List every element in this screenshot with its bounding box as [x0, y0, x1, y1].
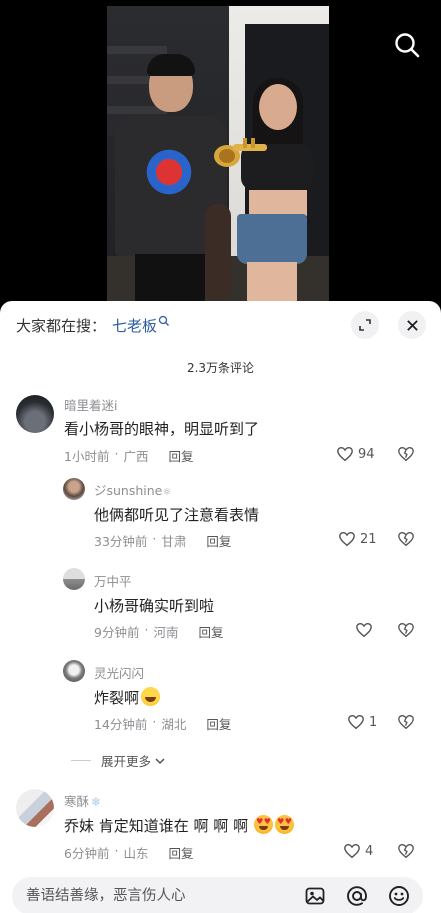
comment-time: 9分钟前	[94, 625, 140, 640]
like-count: 4	[365, 843, 374, 859]
comment-location: 广西	[123, 449, 149, 464]
comment-text: 看小杨哥的眼神，明显听到了	[64, 420, 260, 438]
heart-icon	[348, 714, 364, 730]
dislike-broken-heart-icon[interactable]	[397, 445, 415, 463]
comment-username[interactable]: 灵光闪闪	[94, 663, 144, 682]
close-icon	[406, 319, 418, 331]
dislike-broken-heart-icon[interactable]	[397, 842, 415, 860]
like-count: 21	[360, 531, 377, 547]
comment-count: 2.3万条评论	[186, 361, 255, 375]
avatar[interactable]	[63, 568, 85, 590]
hot-search-keyword-link[interactable]: 七老板	[112, 315, 157, 336]
comment-time: 33分钟前	[94, 534, 148, 549]
expand-fullscreen-button[interactable]	[351, 311, 379, 339]
comment-location: 湖北	[161, 717, 187, 732]
reply-button[interactable]: 回复	[206, 714, 231, 733]
reply-button[interactable]: 回复	[198, 622, 223, 641]
comment-username[interactable]: 寒酥 ❄	[64, 791, 101, 810]
comment-input-bar	[12, 877, 423, 913]
search-small-icon	[158, 315, 170, 327]
comment-location: 山东	[123, 846, 149, 861]
heart-eyes-emoji	[275, 815, 295, 834]
image-icon[interactable]	[304, 885, 326, 907]
comment-meta: 6分钟前 · 山东 回复	[64, 843, 194, 862]
like-button[interactable]: 94	[336, 445, 375, 463]
comment-text: 小杨哥确实听到啦	[94, 597, 215, 615]
reply-button[interactable]: 回复	[168, 446, 193, 465]
comment-text: 炸裂啊	[94, 687, 161, 708]
video-player[interactable]	[0, 0, 441, 305]
like-count: 94	[358, 446, 375, 462]
comment-location: 河南	[153, 625, 179, 640]
comment-meta: 14分钟前 · 湖北 回复	[94, 714, 232, 733]
dislike-broken-heart-icon[interactable]	[397, 621, 415, 639]
like-button[interactable]	[355, 621, 377, 639]
like-button[interactable]: 21	[338, 530, 377, 548]
sun-badge-icon: ☼	[162, 487, 172, 498]
avatar[interactable]	[63, 478, 85, 500]
comment-text: 乔妹 肯定知道谁在 啊 啊 啊	[64, 815, 295, 836]
like-button[interactable]: 1	[347, 713, 377, 731]
avatar[interactable]	[63, 660, 85, 682]
dislike-broken-heart-icon[interactable]	[397, 530, 415, 548]
chevron-down-icon	[155, 757, 165, 764]
comment-sheet: 大家都在搜： 七老板 2.3万条评论 暗里着迷i 看小杨哥的眼神，明显听到了 1…	[0, 301, 441, 913]
comment-item: 寒酥❄ 乔妹 肯定知道谁在 啊 啊 啊 6分钟前 · 山东 回复 4	[0, 789, 441, 869]
video-frame	[107, 6, 329, 305]
reply-button[interactable]: 回复	[168, 843, 193, 862]
expand-more-label: 展开更多	[101, 754, 152, 769]
comment-time: 6分钟前	[64, 846, 110, 861]
comment-username[interactable]: ジsunshine☼	[94, 480, 171, 499]
comment-username[interactable]: 万中平	[94, 571, 132, 590]
at-mention-icon[interactable]	[346, 885, 368, 907]
emoji-smiley-icon[interactable]	[388, 885, 410, 907]
hot-search-prefix: 大家都在搜：	[16, 316, 107, 335]
close-button[interactable]	[398, 311, 426, 339]
avatar[interactable]	[16, 395, 54, 433]
comment-time: 1小时前	[64, 449, 110, 464]
expand-arrows-icon	[359, 319, 371, 331]
comment-input[interactable]	[26, 877, 286, 913]
comment-username[interactable]: 暗里着迷i	[64, 395, 117, 414]
reply-comment-item: 万中平 小杨哥确实听到啦 9分钟前 · 河南 回复	[0, 567, 441, 643]
expand-more-replies-button[interactable]: 展开更多	[70, 751, 166, 770]
comment-time: 14分钟前	[94, 717, 148, 732]
comment-text: 他俩都听见了注意看表情	[94, 506, 260, 524]
dislike-broken-heart-icon[interactable]	[397, 713, 415, 731]
reply-button[interactable]: 回复	[206, 531, 231, 550]
snowflake-icon: ❄	[91, 795, 102, 809]
like-button[interactable]: 4	[343, 842, 373, 860]
hot-search-bar: 大家都在搜： 七老板	[16, 313, 170, 337]
comment-meta: 1小时前 · 广西 回复	[64, 446, 194, 465]
like-count: 1	[369, 714, 378, 730]
heart-eyes-emoji	[254, 815, 274, 834]
comment-location: 甘肃	[161, 534, 187, 549]
heart-icon	[337, 446, 353, 462]
comment-item: 暗里着迷i 看小杨哥的眼神，明显听到了 1小时前 · 广西 回复 94	[0, 393, 441, 469]
comment-meta: 9分钟前 · 河南 回复	[94, 622, 224, 641]
heart-icon	[339, 531, 355, 547]
search-icon[interactable]	[393, 31, 421, 59]
avatar[interactable]	[16, 789, 54, 827]
reply-comment-item: 灵光闪闪 炸裂啊 14分钟前 · 湖北 回复 1	[0, 659, 441, 735]
laughing-tears-emoji	[141, 687, 161, 706]
comment-meta: 33分钟前 · 甘肃 回复	[94, 531, 232, 550]
reply-comment-item: ジsunshine☼ 他俩都听见了注意看表情 33分钟前 · 甘肃 回复 21	[0, 477, 441, 553]
heart-icon	[356, 622, 372, 638]
heart-icon	[344, 843, 360, 859]
